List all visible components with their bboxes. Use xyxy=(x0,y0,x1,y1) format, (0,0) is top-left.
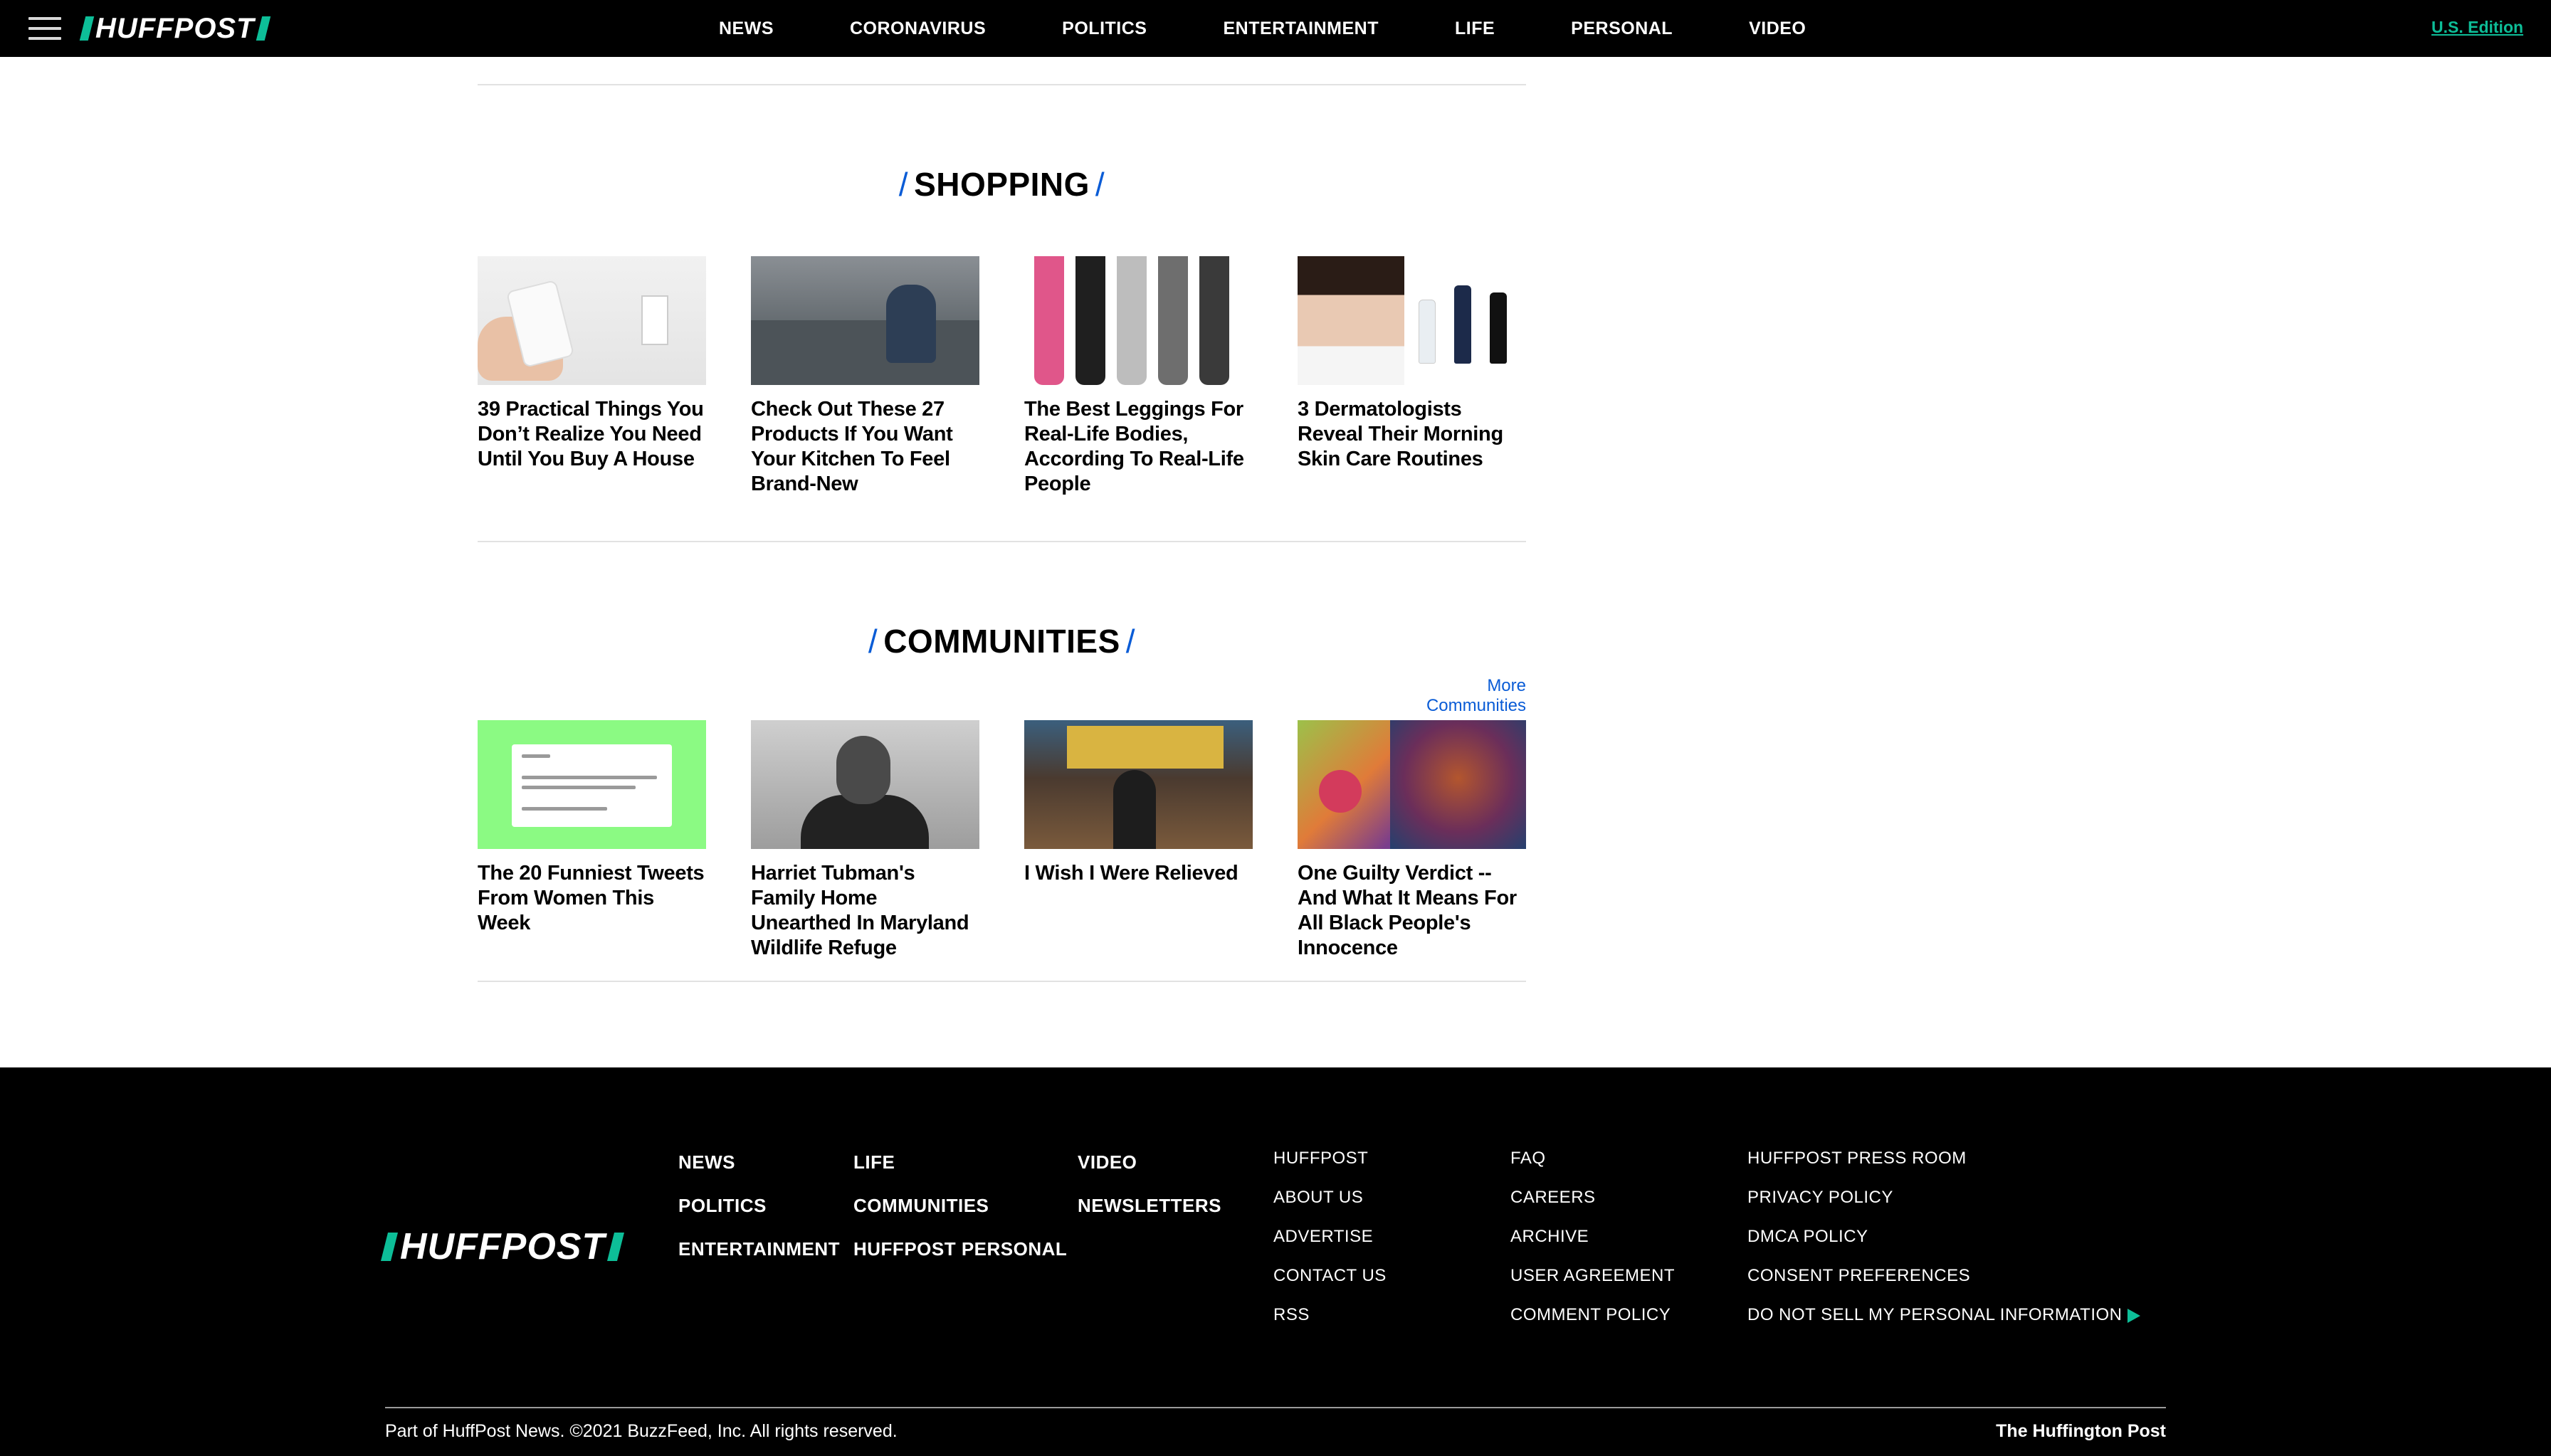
logo-text: HUFFPOST xyxy=(95,12,255,44)
card-title[interactable]: One Guilty Verdict -- And What It Means … xyxy=(1298,861,1526,961)
card-thumbnail[interactable] xyxy=(1024,720,1253,849)
logo-bar-right xyxy=(256,16,270,41)
logo-bar-left xyxy=(79,16,95,41)
footer-link-comment-policy[interactable]: COMMENT POLICY xyxy=(1510,1305,1675,1344)
footer-section-entertainment[interactable]: ENTERTAINMENT xyxy=(678,1238,840,1282)
footer-link-do-not-sell[interactable]: DO NOT SELL MY PERSONAL INFORMATION xyxy=(1747,1305,2141,1344)
communities-card[interactable]: Harriet Tubman's Family Home Unearthed I… xyxy=(751,720,979,961)
nav-link-entertainment[interactable]: ENTERTAINMENT xyxy=(1223,19,1379,39)
shopping-cards: 39 Practical Things You Don’t Realize Yo… xyxy=(478,256,1526,497)
footer-link-about-us[interactable]: ABOUT US xyxy=(1273,1188,1387,1227)
communities-cards: The 20 Funniest Tweets From Women This W… xyxy=(478,720,1526,961)
nav-link-video[interactable]: VIDEO xyxy=(1749,19,1806,39)
card-title[interactable]: 3 Dermatologists Reveal Their Morning Sk… xyxy=(1298,397,1526,472)
footer-link-advertise[interactable]: ADVERTISE xyxy=(1273,1227,1387,1266)
footer-link-careers[interactable]: CAREERS xyxy=(1510,1188,1675,1227)
footer-section-video[interactable]: VIDEO xyxy=(1078,1151,1221,1195)
footer-section-communities[interactable]: COMMUNITIES xyxy=(853,1195,1067,1238)
more-communities-link[interactable]: More Communities xyxy=(1384,676,1526,716)
logo-text: HUFFPOST xyxy=(400,1226,606,1267)
title-slash: / xyxy=(898,166,909,203)
footer-section-huffpost-personal[interactable]: HUFFPOST PERSONAL xyxy=(853,1238,1067,1282)
footer-links-col-2: FAQ CAREERS ARCHIVE USER AGREEMENT COMME… xyxy=(1510,1149,1675,1344)
divider xyxy=(478,981,1526,982)
footer-links-col-3: HUFFPOST PRESS ROOM PRIVACY POLICY DMCA … xyxy=(1747,1149,2141,1344)
footer-link-contact-us[interactable]: CONTACT US xyxy=(1273,1266,1387,1305)
do-not-sell-label: DO NOT SELL MY PERSONAL INFORMATION xyxy=(1747,1305,2123,1324)
footer-section-newsletters[interactable]: NEWSLETTERS xyxy=(1078,1195,1221,1238)
divider xyxy=(478,541,1526,542)
shopping-card[interactable]: 39 Practical Things You Don’t Realize Yo… xyxy=(478,256,706,497)
nav-link-coronavirus[interactable]: CORONAVIRUS xyxy=(850,19,986,39)
section-title-communities: / COMMUNITIES / xyxy=(478,622,1526,660)
footer-link-rss[interactable]: RSS xyxy=(1273,1305,1387,1344)
copyright-text: Part of HuffPost News. ©2021 BuzzFeed, I… xyxy=(385,1421,898,1441)
communities-card[interactable]: The 20 Funniest Tweets From Women This W… xyxy=(478,720,706,961)
site-logo[interactable]: HUFFPOST xyxy=(79,10,270,47)
footer-link-huffpost[interactable]: HUFFPOST xyxy=(1273,1149,1387,1188)
footer-link-dmca-policy[interactable]: DMCA POLICY xyxy=(1747,1227,2140,1266)
footer-sections-col-1: NEWS POLITICS ENTERTAINMENT xyxy=(678,1151,840,1282)
nav-link-life[interactable]: LIFE xyxy=(1455,19,1495,39)
card-thumbnail[interactable] xyxy=(478,256,706,385)
card-title[interactable]: Check Out These 27 Products If You Want … xyxy=(751,397,979,497)
footer-link-privacy-policy[interactable]: PRIVACY POLICY xyxy=(1747,1188,2140,1227)
footer-link-consent-preferences[interactable]: CONSENT PREFERENCES xyxy=(1747,1266,2140,1305)
card-title[interactable]: 39 Practical Things You Don’t Realize Yo… xyxy=(478,397,706,472)
card-thumbnail[interactable] xyxy=(1298,256,1526,385)
footer-section-politics[interactable]: POLITICS xyxy=(678,1195,840,1238)
top-nav: HUFFPOST NEWS CORONAVIRUS POLITICS ENTER… xyxy=(0,0,2551,57)
card-title[interactable]: The Best Leggings For Real-Life Bodies, … xyxy=(1024,397,1253,497)
communities-card[interactable]: I Wish I Were Relieved xyxy=(1024,720,1253,961)
logo-bar-right xyxy=(607,1233,625,1261)
card-thumbnail[interactable] xyxy=(478,720,706,849)
footer-link-faq[interactable]: FAQ xyxy=(1510,1149,1675,1188)
shopping-card[interactable]: The Best Leggings For Real-Life Bodies, … xyxy=(1024,256,1253,497)
footer-link-press-room[interactable]: HUFFPOST PRESS ROOM xyxy=(1747,1149,2140,1188)
card-thumbnail[interactable] xyxy=(1024,256,1253,385)
footer-link-user-agreement[interactable]: USER AGREEMENT xyxy=(1510,1266,1675,1305)
nav-links: NEWS CORONAVIRUS POLITICS ENTERTAINMENT … xyxy=(719,0,1882,57)
footer-section-life[interactable]: LIFE xyxy=(853,1151,1067,1195)
nav-link-politics[interactable]: POLITICS xyxy=(1062,19,1147,39)
communities-card[interactable]: One Guilty Verdict -- And What It Means … xyxy=(1298,720,1526,961)
footer-sections-col-3: VIDEO NEWSLETTERS xyxy=(1078,1151,1221,1238)
footer-links-col-1: HUFFPOST ABOUT US ADVERTISE CONTACT US R… xyxy=(1273,1149,1387,1344)
footer-divider xyxy=(385,1407,2166,1408)
card-title[interactable]: I Wish I Were Relieved xyxy=(1024,861,1253,886)
footer-link-archive[interactable]: ARCHIVE xyxy=(1510,1227,1675,1266)
footer-sections-col-2: LIFE COMMUNITIES HUFFPOST PERSONAL xyxy=(853,1151,1067,1282)
footer-logo[interactable]: HUFFPOST xyxy=(381,1225,625,1268)
shopping-card[interactable]: 3 Dermatologists Reveal Their Morning Sk… xyxy=(1298,256,1526,497)
play-triangle-icon xyxy=(2127,1308,2141,1323)
card-thumbnail[interactable] xyxy=(751,720,979,849)
card-thumbnail[interactable] xyxy=(1298,720,1526,849)
nav-link-news[interactable]: NEWS xyxy=(719,19,774,39)
edition-selector[interactable]: U.S. Edition xyxy=(2431,18,2523,37)
site-footer: HUFFPOST NEWS POLITICS ENTERTAINMENT LIF… xyxy=(0,1067,2551,1456)
card-title[interactable]: The 20 Funniest Tweets From Women This W… xyxy=(478,861,706,936)
card-thumbnail[interactable] xyxy=(751,256,979,385)
footer-section-news[interactable]: NEWS xyxy=(678,1151,840,1195)
card-title[interactable]: Harriet Tubman's Family Home Unearthed I… xyxy=(751,861,979,961)
title-slash: / xyxy=(1095,166,1105,203)
shopping-title-text: SHOPPING xyxy=(914,166,1090,203)
brand-name: The Huffington Post xyxy=(1996,1421,2166,1441)
section-title-shopping: / SHOPPING / xyxy=(478,165,1526,204)
title-slash: / xyxy=(1125,623,1136,660)
communities-title-text: COMMUNITIES xyxy=(883,623,1120,660)
shopping-card[interactable]: Check Out These 27 Products If You Want … xyxy=(751,256,979,497)
divider xyxy=(478,84,1526,85)
title-slash: / xyxy=(868,623,878,660)
hamburger-menu-icon[interactable] xyxy=(28,17,61,40)
logo-bar-left xyxy=(381,1233,398,1261)
nav-link-personal[interactable]: PERSONAL xyxy=(1571,19,1673,39)
